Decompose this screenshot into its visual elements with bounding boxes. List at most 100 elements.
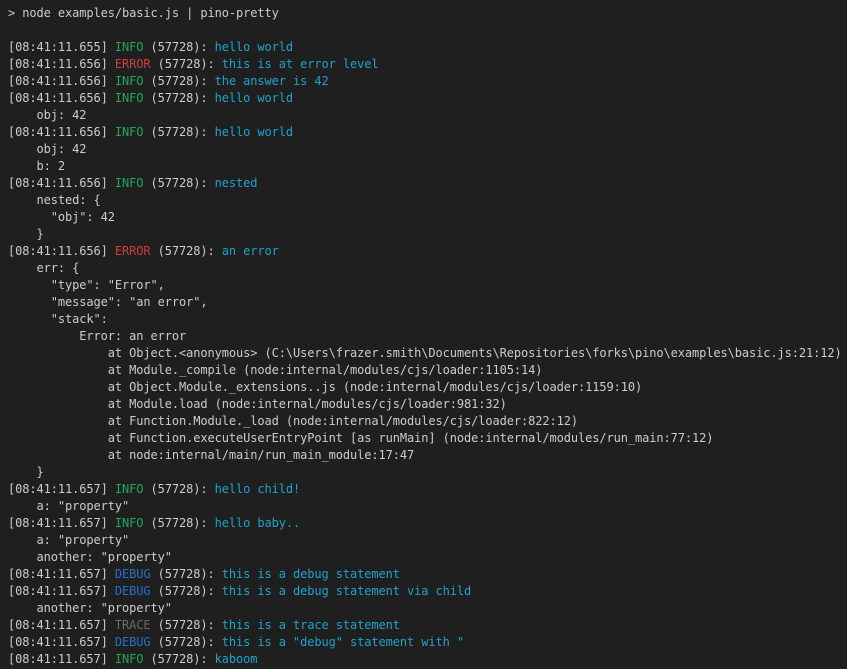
- terminal-line: "obj": 42: [8, 209, 847, 226]
- terminal-line: "stack":: [8, 311, 847, 328]
- log-segment: (57728):: [143, 40, 214, 54]
- log-segment: INFO: [115, 652, 144, 666]
- terminal-line: [08:41:11.656] INFO (57728): nested: [8, 175, 847, 192]
- log-segment: [08:41:11.656]: [8, 244, 115, 258]
- terminal-line: at Object.<anonymous> (C:\Users\frazer.s…: [8, 345, 847, 362]
- log-segment: [08:41:11.657]: [8, 516, 115, 530]
- terminal-line: }: [8, 226, 847, 243]
- log-segment: (57728):: [151, 635, 222, 649]
- terminal-line: at Function.Module._load (node:internal/…: [8, 413, 847, 430]
- log-segment: (57728):: [151, 618, 222, 632]
- terminal-output: > node examples/basic.js | pino-pretty […: [8, 5, 847, 668]
- log-segment: [08:41:11.657]: [8, 482, 115, 496]
- log-segment: (57728):: [143, 176, 214, 190]
- log-segment: hello world: [215, 40, 293, 54]
- terminal-line: at node:internal/main/run_main_module:17…: [8, 447, 847, 464]
- log-segment: this is a "debug" statement with ": [222, 635, 464, 649]
- terminal-line: "type": "Error",: [8, 277, 847, 294]
- log-segment: (57728):: [151, 567, 222, 581]
- log-segment: err: {: [8, 261, 79, 275]
- log-segment: [08:41:11.656]: [8, 57, 115, 71]
- terminal-line: at Module.load (node:internal/modules/cj…: [8, 396, 847, 413]
- log-segment: at Function.Module._load (node:internal/…: [8, 414, 578, 428]
- log-segment: [08:41:11.657]: [8, 584, 115, 598]
- log-segment: a: "property": [8, 499, 129, 513]
- log-segment: at Module.load (node:internal/modules/cj…: [8, 397, 507, 411]
- log-segment: this is a trace statement: [222, 618, 400, 632]
- terminal-line: "message": "an error",: [8, 294, 847, 311]
- log-segment: [08:41:11.657]: [8, 635, 115, 649]
- terminal-line: at Module._compile (node:internal/module…: [8, 362, 847, 379]
- terminal-line: b: 2: [8, 158, 847, 175]
- terminal-line: [08:41:11.657] DEBUG (57728): this is a …: [8, 583, 847, 600]
- terminal-line: a: "property": [8, 498, 847, 515]
- terminal-line: [08:41:11.657] TRACE (57728): this is a …: [8, 617, 847, 634]
- log-segment: > node examples/basic.js | pino-pretty: [8, 6, 279, 20]
- terminal-line: [08:41:11.657] INFO (57728): kaboom: [8, 651, 847, 668]
- terminal-line: [08:41:11.657] INFO (57728): hello baby.…: [8, 515, 847, 532]
- log-segment: [08:41:11.656]: [8, 74, 115, 88]
- terminal-pane[interactable]: > node examples/basic.js | pino-pretty […: [0, 0, 847, 669]
- log-segment: INFO: [115, 516, 144, 530]
- log-segment: obj: 42: [8, 108, 86, 122]
- terminal-line: Error: an error: [8, 328, 847, 345]
- log-segment: (57728):: [143, 652, 214, 666]
- terminal-line: at Function.executeUserEntryPoint [as ru…: [8, 430, 847, 447]
- terminal-line: [08:41:11.656] INFO (57728): the answer …: [8, 73, 847, 90]
- terminal-line: [08:41:11.656] ERROR (57728): this is at…: [8, 56, 847, 73]
- log-segment: hello world: [215, 125, 293, 139]
- log-segment: DEBUG: [115, 635, 151, 649]
- terminal-line: > node examples/basic.js | pino-pretty: [8, 5, 847, 22]
- log-segment: a: "property": [8, 533, 129, 547]
- log-segment: "message": "an error",: [8, 295, 208, 309]
- log-segment: nested: [215, 176, 258, 190]
- log-segment: nested: {: [8, 193, 101, 207]
- log-segment: [08:41:11.655]: [8, 40, 115, 54]
- log-segment: (57728):: [143, 125, 214, 139]
- log-segment: kaboom: [215, 652, 258, 666]
- terminal-line: [08:41:11.656] ERROR (57728): an error: [8, 243, 847, 260]
- log-segment: [08:41:11.657]: [8, 567, 115, 581]
- terminal-line: obj: 42: [8, 107, 847, 124]
- log-segment: (57728):: [151, 57, 222, 71]
- terminal-line: [08:41:11.657] DEBUG (57728): this is a …: [8, 566, 847, 583]
- terminal-line: [08:41:11.655] INFO (57728): hello world: [8, 39, 847, 56]
- log-segment: (57728):: [151, 244, 222, 258]
- log-segment: INFO: [115, 125, 144, 139]
- log-segment: (57728):: [143, 91, 214, 105]
- log-segment: }: [8, 227, 44, 241]
- log-segment: the answer is 42: [215, 74, 329, 88]
- log-segment: (57728):: [143, 516, 214, 530]
- log-segment: [08:41:11.657]: [8, 618, 115, 632]
- log-segment: (57728):: [143, 74, 214, 88]
- terminal-line: [08:41:11.657] INFO (57728): hello child…: [8, 481, 847, 498]
- log-segment: }: [8, 465, 44, 479]
- terminal-line: [8, 22, 847, 39]
- log-segment: INFO: [115, 176, 144, 190]
- terminal-line: at Object.Module._extensions..js (node:i…: [8, 379, 847, 396]
- log-segment: DEBUG: [115, 567, 151, 581]
- log-segment: this is a debug statement via child: [222, 584, 471, 598]
- terminal-line: [08:41:11.657] DEBUG (57728): this is a …: [8, 634, 847, 651]
- log-segment: "type": "Error",: [8, 278, 165, 292]
- log-segment: "obj": 42: [8, 210, 115, 224]
- log-segment: [08:41:11.656]: [8, 125, 115, 139]
- log-segment: at Object.Module._extensions..js (node:i…: [8, 380, 642, 394]
- log-segment: [08:41:11.656]: [8, 176, 115, 190]
- log-segment: this is at error level: [222, 57, 379, 71]
- log-segment: [08:41:11.657]: [8, 652, 115, 666]
- log-segment: another: "property": [8, 601, 172, 615]
- log-segment: ERROR: [115, 57, 151, 71]
- log-segment: INFO: [115, 40, 144, 54]
- log-segment: ERROR: [115, 244, 151, 258]
- terminal-line: another: "property": [8, 549, 847, 566]
- terminal-line: [08:41:11.656] INFO (57728): hello world: [8, 124, 847, 141]
- log-segment: obj: 42: [8, 142, 86, 156]
- log-segment: Error: an error: [8, 329, 186, 343]
- log-segment: TRACE: [115, 618, 151, 632]
- log-segment: INFO: [115, 74, 144, 88]
- terminal-line: another: "property": [8, 600, 847, 617]
- log-segment: (57728):: [143, 482, 214, 496]
- log-segment: INFO: [115, 482, 144, 496]
- log-segment: another: "property": [8, 550, 172, 564]
